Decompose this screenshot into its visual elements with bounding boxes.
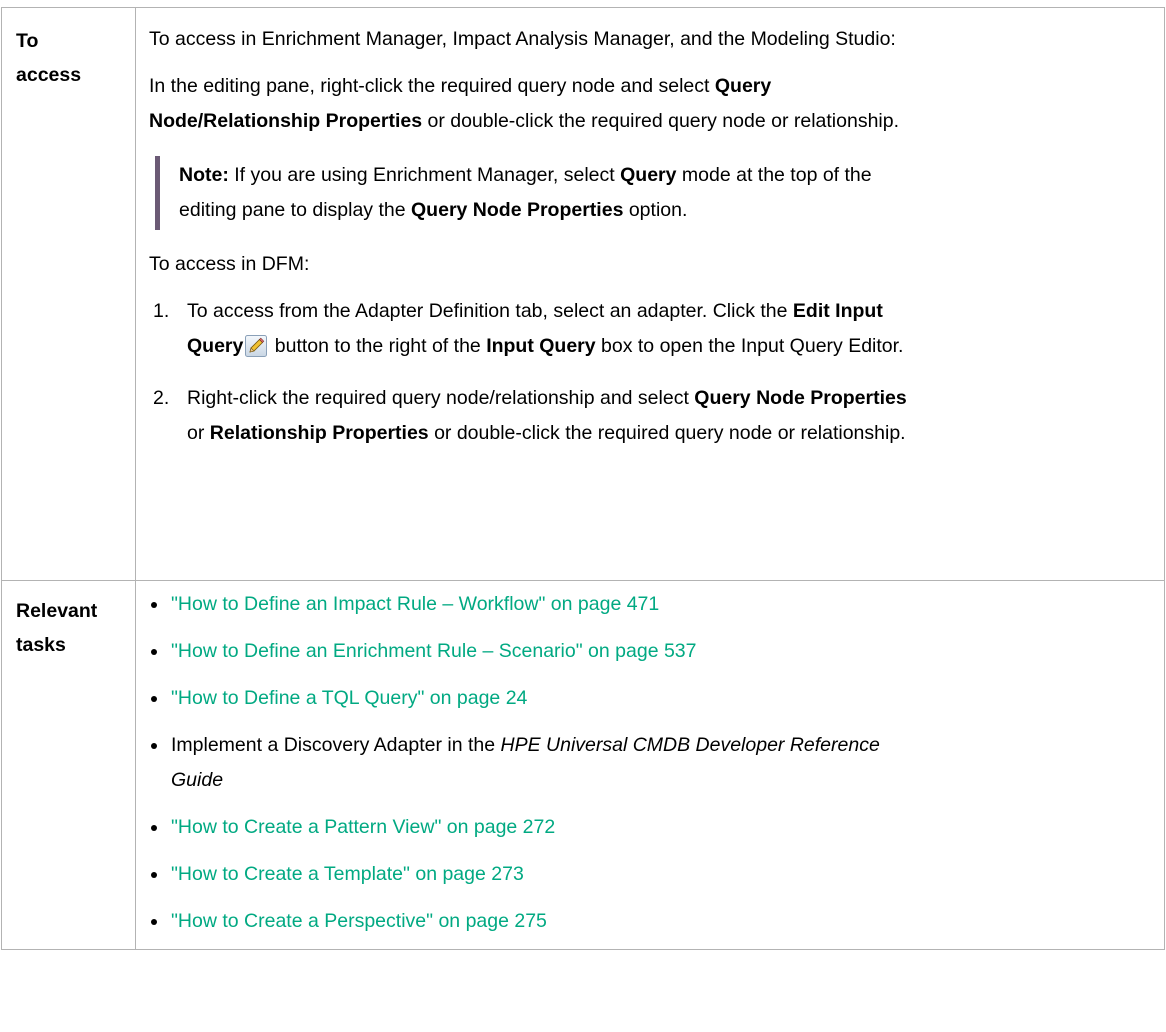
task-item: "How to Create a Template" on page 273	[141, 857, 1164, 892]
tasks-content-cell: "How to Define an Impact Rule – Workflow…	[135, 580, 1165, 950]
reference-table: To access To access in Enrichment Manage…	[1, 7, 1165, 950]
note-callout: Note: If you are using Enrichment Manage…	[155, 156, 1164, 230]
task-item: Implement a Discovery Adapter in the HPE…	[141, 728, 1164, 798]
task-item: "How to Define an Impact Rule – Workflow…	[141, 587, 1164, 622]
task-item: "How to Create a Pattern View" on page 2…	[141, 810, 1164, 845]
task-link[interactable]: "How to Define an Impact Rule – Workflow…	[171, 593, 659, 615]
task-link[interactable]: "How to Define a TQL Query" on page 24	[171, 687, 527, 709]
bullet-icon	[141, 634, 171, 669]
access-label: To access	[16, 30, 82, 86]
task-link[interactable]: "How to Create a Template" on page 273	[171, 863, 524, 885]
dfm-intro: To access in DFM:	[149, 253, 310, 275]
bullet-icon	[141, 587, 171, 622]
access-content-cell: To access in Enrichment Manager, Impact …	[135, 7, 1165, 581]
pencil-icon	[245, 334, 268, 369]
tasks-label-cell: Relevant tasks	[1, 580, 136, 950]
task-link[interactable]: "How to Define an Enrichment Rule – Scen…	[171, 640, 697, 662]
note-label: Note:	[179, 164, 229, 186]
tasks-label: Relevant tasks	[16, 600, 98, 656]
dfm-step: 1. To access from the Adapter Definition…	[149, 294, 1164, 369]
task-link[interactable]: "How to Create a Pattern View" on page 2…	[171, 816, 555, 838]
access-label-cell: To access	[1, 7, 136, 581]
tasks-row: Relevant tasks "How to Define an Impact …	[1, 580, 1165, 950]
tasks-list: "How to Define an Impact Rule – Workflow…	[141, 581, 1164, 949]
bullet-icon	[141, 857, 171, 892]
bullet-icon	[141, 728, 171, 798]
access-intro: To access in Enrichment Manager, Impact …	[149, 28, 896, 50]
bullet-icon	[141, 904, 171, 939]
task-link[interactable]: "How to Create a Perspective" on page 27…	[171, 910, 547, 932]
task-item: "How to Define a TQL Query" on page 24	[141, 681, 1164, 716]
dfm-steps-list: 1. To access from the Adapter Definition…	[149, 294, 1164, 451]
bullet-icon	[141, 681, 171, 716]
task-item: "How to Define an Enrichment Rule – Scen…	[141, 634, 1164, 669]
bullet-icon	[141, 810, 171, 845]
task-item: "How to Create a Perspective" on page 27…	[141, 904, 1164, 939]
dfm-step: 2. Right-click the required query node/r…	[153, 387, 907, 444]
editing-pane-instruction: In the editing pane, right-click the req…	[149, 75, 900, 132]
access-row: To access To access in Enrichment Manage…	[1, 7, 1165, 581]
